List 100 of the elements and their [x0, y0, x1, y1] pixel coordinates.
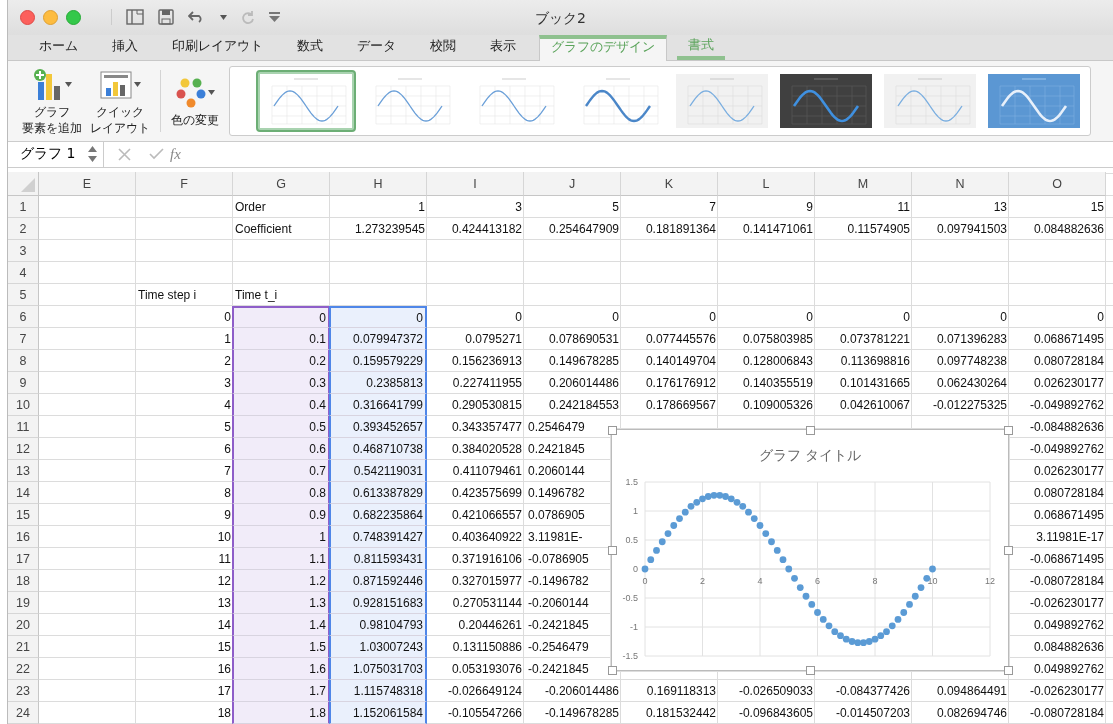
table-cell[interactable]: 0.042610067 — [839, 397, 910, 412]
ribbon-button[interactable]: 色の変更 — [167, 74, 223, 128]
table-cell[interactable]: 0.2060144 — [528, 463, 585, 478]
table-cell[interactable]: 1 — [418, 199, 425, 214]
table-cell[interactable]: 0.928151683 — [329, 592, 427, 614]
row-header[interactable]: 22 — [8, 658, 39, 680]
table-cell[interactable]: 0.0795271 — [465, 331, 522, 346]
row-header[interactable]: 3 — [8, 240, 39, 262]
table-cell[interactable]: -0.080728184 — [1029, 573, 1104, 588]
table-cell[interactable]: 0.078690531 — [548, 331, 619, 346]
table-cell[interactable]: 0 — [232, 306, 330, 328]
row-header[interactable]: 19 — [8, 592, 39, 614]
table-cell[interactable]: 12 — [217, 573, 231, 588]
resize-handle[interactable] — [608, 546, 617, 555]
table-cell[interactable]: 4 — [224, 397, 231, 412]
table-cell[interactable]: 0.3 — [232, 372, 330, 394]
table-cell[interactable]: 15 — [1090, 199, 1104, 214]
row-header[interactable]: 5 — [8, 284, 39, 306]
table-cell[interactable]: 0.290530815 — [451, 397, 522, 412]
table-cell[interactable]: 0.423575699 — [451, 485, 522, 500]
table-cell[interactable]: 0.109005326 — [742, 397, 813, 412]
row-header[interactable]: 8 — [8, 350, 39, 372]
table-cell[interactable]: -0.1496782 — [528, 573, 589, 588]
table-cell[interactable]: 15 — [217, 639, 231, 654]
table-cell[interactable]: 0.5 — [232, 416, 330, 438]
resize-handle[interactable] — [1004, 426, 1013, 435]
row-header[interactable]: 12 — [8, 438, 39, 460]
column-header[interactable]: N — [912, 172, 1009, 196]
close-button[interactable] — [20, 9, 35, 25]
resize-handle[interactable] — [806, 666, 815, 675]
table-cell[interactable]: 0.11574905 — [847, 221, 910, 236]
table-cell[interactable]: 0.178669567 — [645, 397, 716, 412]
table-cell[interactable]: 0.316641799 — [329, 394, 427, 416]
table-cell[interactable]: 1.03007243 — [329, 636, 427, 658]
table-cell[interactable]: 0.080728184 — [1033, 353, 1104, 368]
table-cell[interactable]: 0.613387829 — [329, 482, 427, 504]
table-cell[interactable]: 7 — [224, 463, 231, 478]
row-header[interactable]: 2 — [8, 218, 39, 240]
table-cell[interactable]: Time step i — [138, 287, 197, 302]
table-cell[interactable]: 0.068671495 — [1033, 331, 1104, 346]
table-cell[interactable]: 0.141471061 — [742, 221, 813, 236]
table-cell[interactable]: 0.682235864 — [329, 504, 427, 526]
row-header[interactable]: 23 — [8, 680, 39, 702]
stepper-icon[interactable] — [88, 146, 97, 163]
table-cell[interactable]: 0.149678285 — [548, 353, 619, 368]
ribbon-tab[interactable]: 印刷レイアウト — [161, 36, 274, 61]
table-cell[interactable]: 0 — [612, 309, 619, 324]
table-cell[interactable]: 0 — [1097, 309, 1104, 324]
table-cell[interactable]: 0.053193076 — [451, 661, 522, 676]
table-cell[interactable]: -0.096843605 — [738, 705, 813, 720]
row-header[interactable]: 16 — [8, 526, 39, 548]
table-cell[interactable]: 0.1 — [232, 328, 330, 350]
column-header[interactable]: K — [621, 172, 718, 196]
row-header[interactable]: 9 — [8, 372, 39, 394]
row-header[interactable]: 1 — [8, 196, 39, 218]
table-cell[interactable]: 0.254647909 — [548, 221, 619, 236]
table-cell[interactable]: 0.181891364 — [645, 221, 716, 236]
table-cell[interactable]: 0.811593431 — [329, 548, 427, 570]
layout-icon[interactable] — [99, 69, 132, 100]
table-cell[interactable]: 0.062430264 — [936, 375, 1007, 390]
ribbon-tab[interactable]: 校閲 — [419, 36, 467, 61]
table-cell[interactable]: -0.2546479 — [528, 639, 589, 654]
column-header[interactable]: E — [39, 172, 136, 196]
table-cell[interactable]: 1.5 — [232, 636, 330, 658]
resize-handle[interactable] — [608, 426, 617, 435]
table-cell[interactable]: 0.424413182 — [451, 221, 522, 236]
table-cell[interactable]: 0 — [329, 306, 427, 328]
table-cell[interactable]: 0.140149704 — [645, 353, 716, 368]
column-header[interactable]: J — [524, 172, 621, 196]
table-cell[interactable]: 0.6 — [232, 438, 330, 460]
caret-icon[interactable] — [220, 14, 227, 20]
ribbon-button[interactable]: グラフ 要素を追加 — [18, 66, 86, 136]
table-cell[interactable]: -0.206014486 — [544, 683, 619, 698]
table-cell[interactable]: 0.270531144 — [452, 595, 522, 610]
table-cell[interactable]: 0.079947372 — [329, 328, 427, 350]
table-cell[interactable]: -0.084882636 — [1029, 419, 1104, 434]
table-cell[interactable]: 0.2 — [232, 350, 330, 372]
table-cell[interactable]: 0.1496782 — [528, 485, 585, 500]
table-cell[interactable]: 0.068671495 — [1033, 507, 1104, 522]
table-cell[interactable]: 0.156236913 — [451, 353, 522, 368]
table-cell[interactable]: 0.2421845 — [528, 441, 585, 456]
table-cell[interactable]: 1.1 — [232, 548, 330, 570]
table-cell[interactable]: 0.98104793 — [329, 614, 427, 636]
table-cell[interactable]: 3 — [224, 375, 231, 390]
table-cell[interactable]: 0.049892762 — [1033, 661, 1104, 676]
table-cell[interactable]: 3.11981E- — [528, 529, 583, 544]
chart-add-icon[interactable] — [32, 67, 63, 102]
table-cell[interactable]: 0.327015977 — [451, 573, 522, 588]
table-cell[interactable]: 16 — [217, 661, 231, 676]
ribbon-tab[interactable]: 表示 — [479, 36, 527, 61]
table-cell[interactable]: 0.084882636 — [1033, 221, 1104, 236]
table-cell[interactable]: 0.542119031 — [329, 460, 427, 482]
table-cell[interactable]: 0.084882636 — [1033, 639, 1104, 654]
table-cell[interactable]: 0.206014486 — [548, 375, 619, 390]
insert-function-button[interactable]: fx — [170, 145, 181, 163]
sidebar-icon[interactable] — [126, 9, 144, 26]
table-cell[interactable]: 0.128006843 — [742, 353, 813, 368]
table-cell[interactable]: 0.748391427 — [329, 526, 427, 548]
table-cell[interactable]: 0.0786905 — [528, 507, 585, 522]
table-cell[interactable]: -0.049892762 — [1029, 397, 1104, 412]
